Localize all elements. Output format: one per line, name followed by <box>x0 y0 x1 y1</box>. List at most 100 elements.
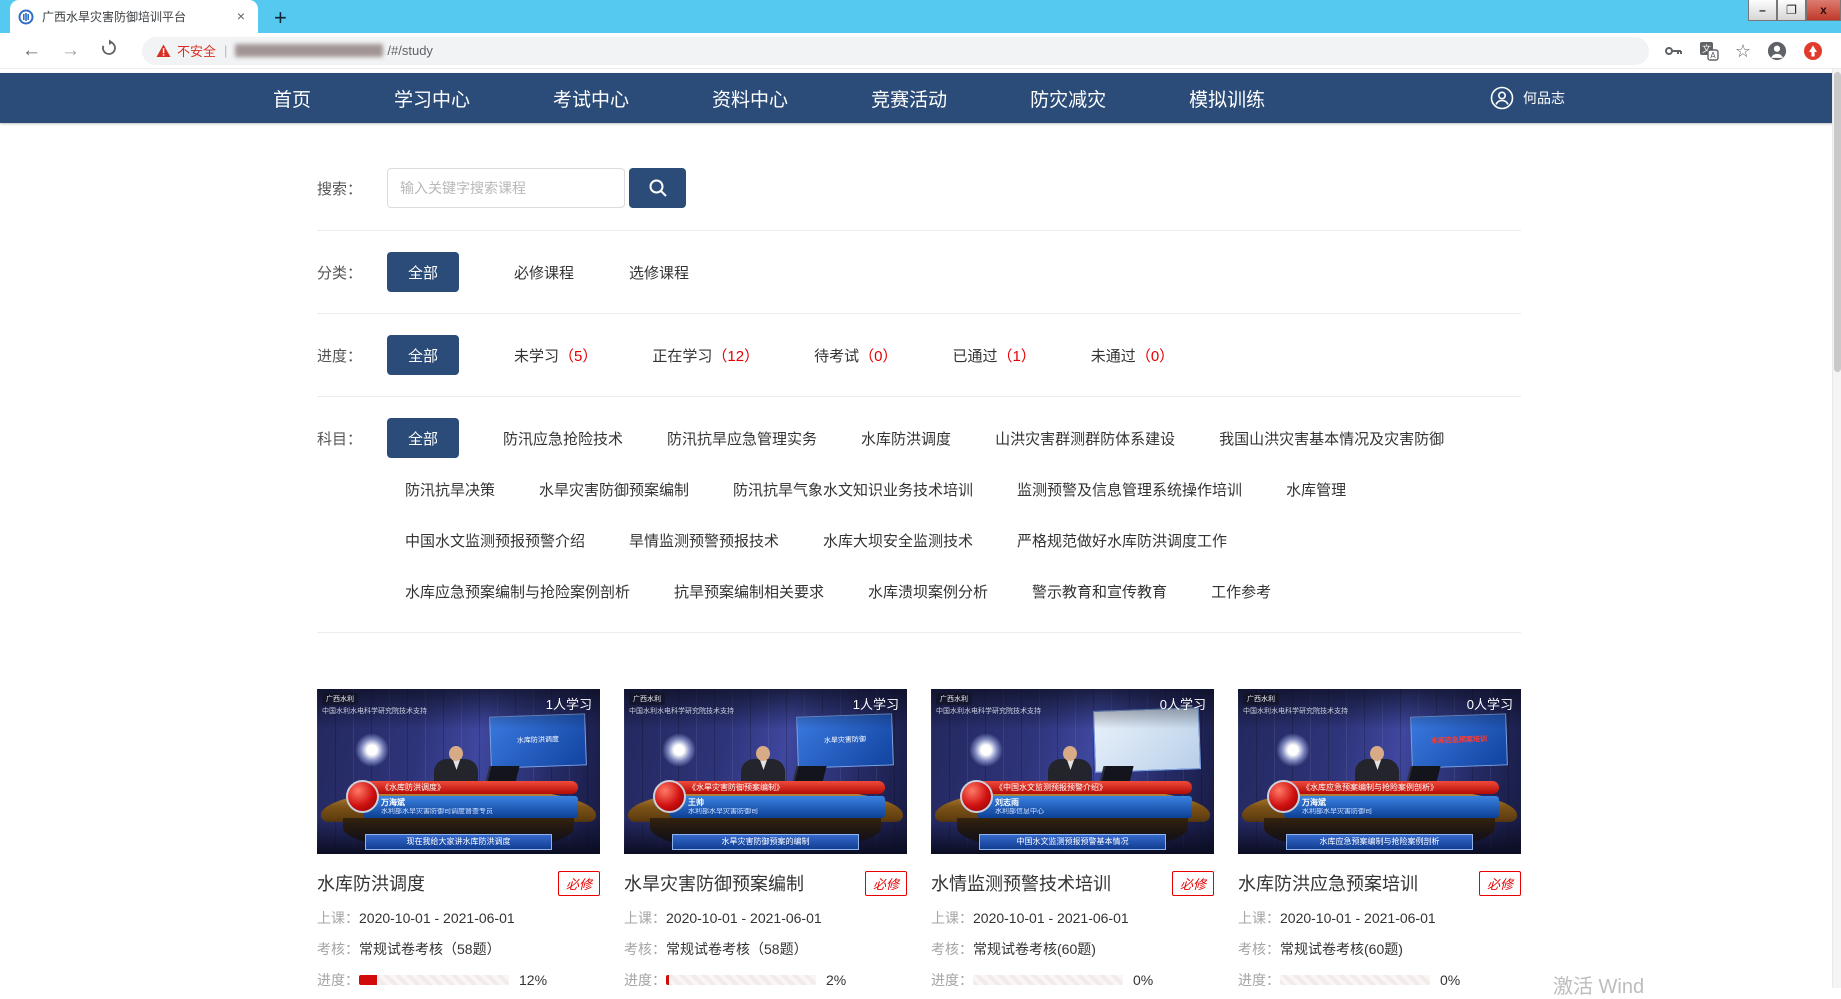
dates-value: 2020-10-01 - 2021-06-01 <box>359 910 515 926</box>
back-icon[interactable]: ← <box>22 41 41 60</box>
course-title[interactable]: 水库防洪应急预案培训 <box>1238 870 1418 896</box>
filter-option-selected[interactable]: 全部 <box>387 335 459 375</box>
dates-value: 2020-10-01 - 2021-06-01 <box>666 910 822 926</box>
course-dates-row: 上课： 2020-10-01 - 2021-06-01 <box>1238 909 1521 927</box>
filter-option-selected[interactable]: 全部 <box>387 252 459 292</box>
course-thumbnail[interactable]: 水旱灾害防御 《水旱灾害防御预案编制》 王帅 水利部水旱灾害防御司 水旱灾害防御… <box>624 689 907 854</box>
subject-option[interactable]: 警示教育和宣传教育 <box>1032 581 1167 602</box>
course-exam-row: 考核： 常规试卷考核（58题） <box>624 940 907 958</box>
nav-item[interactable]: 模拟训练 <box>1189 85 1265 112</box>
window-controls: – ❐ x <box>1748 0 1841 21</box>
filter-option[interactable]: 选修课程 <box>629 262 689 283</box>
scrollbar-thumb[interactable] <box>1834 72 1841 372</box>
new-tab-button[interactable]: + <box>274 8 287 28</box>
filter-option[interactable]: 已通过（1） <box>952 345 1035 366</box>
option-count: （5） <box>559 348 597 365</box>
subject-line: 水库应急预案编制与抢险案例剖析 抗旱预案编制相关要求 水库溃坝案例分析 警示教育和宣传… <box>317 571 1521 611</box>
user-icon <box>1490 86 1514 110</box>
forward-icon[interactable]: → <box>61 41 80 60</box>
category-label: 分类： <box>317 262 387 283</box>
category-filter-row: 分类： 全部 必修课程 选修课程 <box>317 231 1521 314</box>
nav-item[interactable]: 首页 <box>273 85 311 112</box>
presenter-head <box>449 746 463 761</box>
nav-user-chip[interactable]: 何品志 <box>1490 73 1565 123</box>
profile-avatar-icon[interactable] <box>1767 41 1787 61</box>
course-thumbnail[interactable]: 《中国水文监测预报预警介绍》 刘志雨 水利部信息中心 中国水文监测预报预警基本情… <box>931 689 1214 854</box>
presenter-name: 刘志雨 <box>995 798 1186 808</box>
learner-count: 0人学习 <box>1467 694 1513 713</box>
subject-option-all[interactable]: 全部 <box>387 418 459 458</box>
subject-option[interactable]: 水库大坝安全监测技术 <box>823 530 973 551</box>
bookmark-star-icon[interactable]: ☆ <box>1735 42 1751 60</box>
course-thumbnail[interactable]: 水库防洪调度 《水库防洪调度》 万海斌 水利部水旱灾害防御司调度督查专员 现在我… <box>317 689 600 854</box>
browser-tab[interactable]: 广西水旱灾害防御培训平台 × <box>10 0 258 33</box>
nav-user-name: 何品志 <box>1523 88 1565 108</box>
subject-option[interactable]: 工作参考 <box>1211 581 1271 602</box>
nav-item[interactable]: 防灾减灾 <box>1030 85 1106 112</box>
security-chip: 不安全 <box>177 41 216 60</box>
subject-option[interactable]: 我国山洪灾害基本情况及灾害防御 <box>1219 428 1444 449</box>
subject-option[interactable]: 防汛抗旱气象水文知识业务技术培训 <box>733 479 973 500</box>
subject-option[interactable]: 严格规范做好水库防洪调度工作 <box>1017 530 1227 551</box>
subject-option[interactable]: 水库防洪调度 <box>861 428 951 449</box>
subject-line: 科目： 全部 防汛应急抢险技术防汛抗旱应急管理实务水库防洪调度山洪灾害群测群防体… <box>317 418 1521 458</box>
presenter-affiliation: 水利部信息中心 <box>995 808 1186 816</box>
subject-option[interactable]: 水库管理 <box>1286 479 1346 500</box>
progress-label: 进度： <box>317 345 387 366</box>
close-button[interactable]: x <box>1806 0 1841 21</box>
filter-option[interactable]: 待考试（0） <box>814 345 897 366</box>
required-badge: 必修 <box>1172 871 1214 896</box>
subject-option[interactable]: 水旱灾害防御预案编制 <box>539 479 689 500</box>
course-thumbnail[interactable]: 水库应急预案培训 《水库应急预案编制与抢险案例剖析》 万海斌 水利部水旱灾害防御… <box>1238 689 1521 854</box>
progress-label: 进度： <box>317 970 359 990</box>
filter-option[interactable]: 未学习（5） <box>514 345 597 366</box>
dates-label: 上课： <box>317 908 359 928</box>
course-title[interactable]: 水库防洪调度 <box>317 870 425 896</box>
learner-count: 1人学习 <box>546 694 592 713</box>
course-dates-row: 上课： 2020-10-01 - 2021-06-01 <box>931 909 1214 927</box>
page-scrollbar[interactable] <box>1832 69 1841 988</box>
tab-close-icon[interactable]: × <box>232 8 250 26</box>
nav-item[interactable]: 资料中心 <box>712 85 788 112</box>
subject-option[interactable]: 监测预警及信息管理系统操作培训 <box>1017 479 1242 500</box>
restore-button[interactable]: ❐ <box>1777 0 1806 21</box>
learner-count: 0人学习 <box>1160 694 1206 713</box>
search-input[interactable] <box>387 168 625 208</box>
key-icon[interactable] <box>1663 41 1683 61</box>
course-title[interactable]: 水情监测预警技术培训 <box>931 870 1111 896</box>
translate-icon[interactable]: 文A <box>1699 41 1719 61</box>
subject-option[interactable]: 山洪灾害群测群防体系建设 <box>995 428 1175 449</box>
search-button[interactable] <box>629 168 686 208</box>
subject-option[interactable]: 水库溃坝案例分析 <box>868 581 988 602</box>
extension-icon[interactable] <box>1803 41 1823 61</box>
nav-item[interactable]: 学习中心 <box>394 85 470 112</box>
course-title[interactable]: 水旱灾害防御预案编制 <box>624 870 804 896</box>
subject-option[interactable]: 防汛应急抢险技术 <box>503 428 623 449</box>
lower-third-info: 刘志雨 水利部信息中心 <box>977 796 1192 818</box>
filter-option[interactable]: 未通过（0） <box>1091 345 1174 366</box>
presenter-name: 万海斌 <box>1302 798 1493 808</box>
required-badge: 必修 <box>558 871 600 896</box>
minimize-button[interactable]: – <box>1748 0 1777 21</box>
subject-option[interactable]: 防汛抗旱应急管理实务 <box>667 428 817 449</box>
exam-value: 常规试卷考核(60题) <box>973 939 1096 959</box>
reload-icon[interactable] <box>100 39 118 62</box>
nav-item[interactable]: 竞赛活动 <box>871 85 947 112</box>
dates-value: 2020-10-01 - 2021-06-01 <box>973 910 1129 926</box>
subject-option[interactable]: 旱情监测预警预报技术 <box>629 530 779 551</box>
learner-count: 1人学习 <box>853 694 899 713</box>
url-omnibox[interactable]: 不安全 | /#/study <box>142 37 1649 65</box>
filter-option[interactable]: 正在学习（12） <box>652 345 759 366</box>
subject-option[interactable]: 防汛抗旱决策 <box>405 479 495 500</box>
option-count: （0） <box>859 348 897 365</box>
progress-bar-fill <box>359 975 377 985</box>
subject-line: 中国水文监测预报预警介绍 旱情监测预警预报技术 水库大坝安全监测技术 严格规范做好水库… <box>317 520 1521 560</box>
nav-item[interactable]: 考试中心 <box>553 85 629 112</box>
subject-option[interactable]: 抗旱预案编制相关要求 <box>674 581 824 602</box>
progress-options: 全部 未学习（5） 正在学习（12） 待考试（0） 已通过（1） 未通过（0） <box>387 335 1521 375</box>
presenter-affiliation: 水利部水旱灾害防御司 <box>1302 808 1493 816</box>
subject-option[interactable]: 中国水文监测预报预警介绍 <box>405 530 585 551</box>
subject-option[interactable]: 水库应急预案编制与抢险案例剖析 <box>405 581 630 602</box>
filter-option[interactable]: 必修课程 <box>514 262 574 283</box>
progress-percent: 2% <box>826 972 846 988</box>
